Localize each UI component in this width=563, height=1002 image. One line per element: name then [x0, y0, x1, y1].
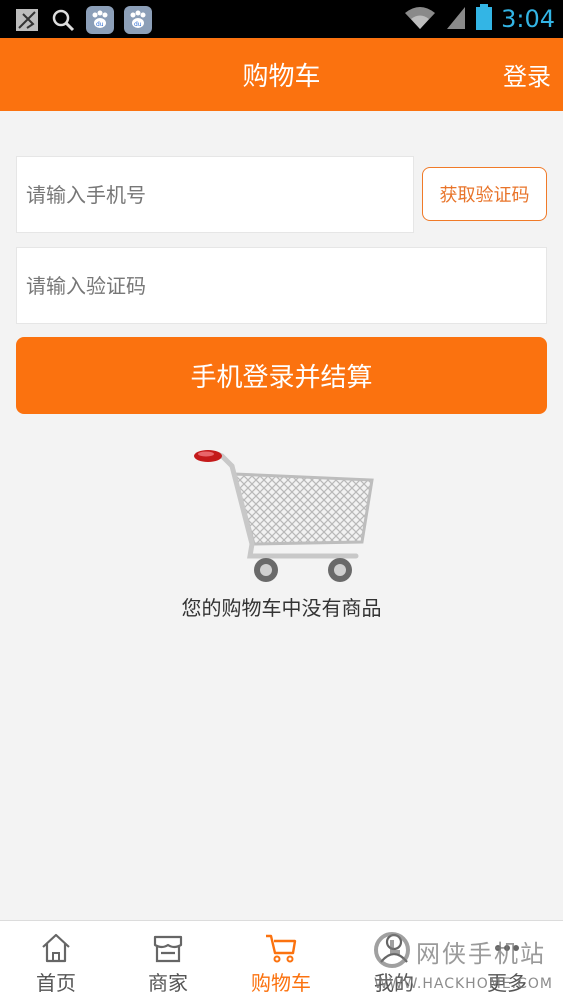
signal-icon — [445, 4, 467, 34]
phone-input[interactable] — [26, 157, 413, 232]
no-sim-icon — [14, 7, 40, 33]
tab-label: 我的 — [374, 971, 414, 995]
tab-store[interactable]: 商家 — [112, 921, 224, 1002]
phone-login-checkout-button[interactable]: 手机登录并结算 — [16, 337, 547, 414]
code-field[interactable] — [16, 247, 547, 324]
svg-text:du: du — [134, 21, 142, 28]
tab-label: 首页 — [36, 971, 76, 995]
store-icon — [153, 935, 183, 963]
status-bar: du du 3:04 — [0, 0, 563, 38]
phone-field[interactable] — [16, 156, 414, 233]
tab-more[interactable]: 更多 — [451, 921, 563, 1002]
battery-icon — [475, 3, 493, 35]
user-icon — [380, 933, 408, 963]
bottom-tab-bar: 首页 商家 购物车 我的 更多 — [0, 920, 563, 1002]
login-button[interactable]: 登录 — [503, 38, 551, 111]
page-title: 购物车 — [242, 62, 321, 92]
baidu-icon: du — [86, 6, 114, 34]
app-header: 购物车 登录 — [0, 38, 563, 111]
tab-mine[interactable]: 我的 — [338, 921, 450, 1002]
code-input[interactable] — [26, 248, 546, 323]
tab-label: 更多 — [487, 971, 527, 995]
empty-cart-icon — [194, 450, 374, 582]
tab-home[interactable]: 首页 — [0, 921, 112, 1002]
svg-text:du: du — [96, 21, 104, 28]
search-icon — [50, 7, 76, 33]
baidu-icon: du — [124, 6, 152, 34]
more-icon — [495, 945, 519, 951]
clock: 3:04 — [501, 5, 555, 33]
tab-label: 购物车 — [251, 971, 311, 995]
wifi-icon — [403, 4, 437, 34]
tab-label: 商家 — [148, 971, 188, 995]
home-icon — [42, 933, 70, 963]
cart-icon — [266, 934, 297, 963]
get-code-button[interactable]: 获取验证码 — [422, 167, 547, 221]
empty-cart-message: 您的购物车中没有商品 — [181, 596, 382, 620]
tab-cart[interactable]: 购物车 — [225, 921, 337, 1002]
